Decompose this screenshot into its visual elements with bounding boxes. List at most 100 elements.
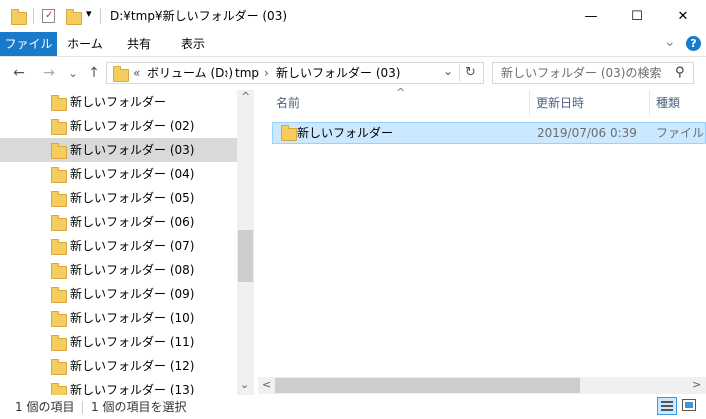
column-divider[interactable] xyxy=(649,90,650,116)
content-hscrollbar[interactable]: < > xyxy=(258,377,706,394)
folder-icon xyxy=(51,287,67,303)
tree-item[interactable]: 新しいフォルダー (04) xyxy=(0,162,237,186)
column-header-name[interactable]: 名前 xyxy=(276,90,528,116)
status-divider xyxy=(82,401,83,414)
tree-item-label: 新しいフォルダー (10) xyxy=(70,311,195,325)
forward-button[interactable]: → xyxy=(40,64,58,82)
folder-icon xyxy=(51,383,67,395)
back-button[interactable]: ← xyxy=(10,64,28,82)
folder-icon xyxy=(51,191,67,207)
large-icons-view-icon xyxy=(685,402,693,408)
help-icon[interactable]: ? xyxy=(686,36,701,51)
nav-scrollbar[interactable]: ^ ⌄ xyxy=(237,90,254,395)
recent-locations-button[interactable]: ⌄ xyxy=(64,64,82,82)
title-divider xyxy=(100,8,101,24)
tree-item[interactable]: 新しいフォルダー xyxy=(0,90,237,114)
tree-item-selected[interactable]: 新しいフォルダー (03) xyxy=(0,138,237,162)
tree-item-label: 新しいフォルダー (12) xyxy=(70,359,195,373)
file-modified: 2019/07/06 0:39 xyxy=(537,126,637,140)
tree-item-label: 新しいフォルダー (05) xyxy=(70,191,195,205)
address-dropdown-icon[interactable]: ⌄ xyxy=(443,64,453,78)
address-row: ← → ⌄ ↑ « ボリューム (D:) › tmp › 新しいフォルダー (0… xyxy=(0,58,706,88)
folder-icon xyxy=(51,167,67,183)
column-divider[interactable] xyxy=(529,90,530,116)
tree-item[interactable]: 新しいフォルダー (09) xyxy=(0,282,237,306)
ribbon-expand-icon[interactable]: ⌄ xyxy=(664,34,676,50)
folder-icon xyxy=(51,359,67,375)
breadcrumb-overflow[interactable]: « xyxy=(133,63,140,83)
details-view-icon xyxy=(661,401,673,403)
folder-icon xyxy=(51,263,67,279)
folder-icon xyxy=(51,143,67,159)
breadcrumb-current[interactable]: 新しいフォルダー (03) xyxy=(276,63,400,83)
breadcrumb-volume[interactable]: ボリューム (D:) xyxy=(147,63,233,83)
tree-item[interactable]: 新しいフォルダー (06) xyxy=(0,210,237,234)
status-bar: 1 個の項目 1 個の項目を選択 xyxy=(0,396,706,419)
hscroll-thumb[interactable] xyxy=(275,378,580,393)
up-arrow-icon: ↑ xyxy=(88,65,100,81)
breadcrumb-separator: › xyxy=(224,66,229,80)
qat-dropdown-icon[interactable]: ▾ xyxy=(86,7,92,20)
scroll-right-icon[interactable]: > xyxy=(692,378,701,391)
breadcrumb-tmp[interactable]: tmp xyxy=(235,63,259,83)
column-header-type[interactable]: 種類 xyxy=(656,90,706,116)
selected-count: 1 個の項目を選択 xyxy=(91,400,187,414)
scroll-left-icon[interactable]: < xyxy=(262,378,271,391)
tab-file[interactable]: ファイル xyxy=(0,32,57,56)
navigation-pane: 新しいフォルダー 新しいフォルダー (02) 新しいフォルダー (03) 新しい… xyxy=(0,90,256,395)
large-icons-view-button[interactable] xyxy=(682,399,696,411)
file-row-selected[interactable]: 新しいフォルダー 2019/07/06 0:39 ファイル フォ xyxy=(272,122,706,144)
new-folder-icon[interactable] xyxy=(66,9,82,25)
address-bar[interactable]: « ボリューム (D:) › tmp › 新しいフォルダー (03) ⌄ ↻ xyxy=(106,62,484,84)
nav-scroll-thumb[interactable] xyxy=(238,230,253,282)
file-type: ファイル フォ xyxy=(656,126,706,140)
app-folder-icon xyxy=(11,9,27,25)
tab-home[interactable]: ホーム xyxy=(62,32,108,56)
breadcrumb-separator: › xyxy=(264,66,269,80)
tab-view[interactable]: 表示 xyxy=(170,32,216,56)
details-view-button[interactable] xyxy=(657,397,677,415)
tree-item[interactable]: 新しいフォルダー (12) xyxy=(0,354,237,378)
details-view-icon-line xyxy=(661,405,673,407)
tree-item-label: 新しいフォルダー (08) xyxy=(70,263,195,277)
scroll-up-icon[interactable]: ^ xyxy=(241,90,250,103)
tree-item-label: 新しいフォルダー (04) xyxy=(70,167,195,181)
up-button[interactable]: ↑ xyxy=(85,64,103,82)
tree-item[interactable]: 新しいフォルダー (13) xyxy=(0,378,237,395)
file-list: ^ 名前 更新日時 種類 新しいフォルダー 2019/07/06 0:39 ファ… xyxy=(258,86,706,395)
tree-item[interactable]: 新しいフォルダー (11) xyxy=(0,330,237,354)
scroll-down-icon[interactable]: ⌄ xyxy=(240,378,249,391)
chevron-down-icon: ⌄ xyxy=(68,66,78,80)
search-placeholder: 新しいフォルダー (03)の検索 xyxy=(501,66,662,80)
qat-divider xyxy=(33,8,34,24)
tree-item[interactable]: 新しいフォルダー (02) xyxy=(0,114,237,138)
tree-item-label: 新しいフォルダー (07) xyxy=(70,239,195,253)
tree-item[interactable]: 新しいフォルダー (05) xyxy=(0,186,237,210)
minimize-button[interactable]: — xyxy=(568,0,614,32)
address-divider xyxy=(459,64,460,82)
tree-item-label: 新しいフォルダー (09) xyxy=(70,287,195,301)
tree-item[interactable]: 新しいフォルダー (10) xyxy=(0,306,237,330)
tree-item-label: 新しいフォルダー (02) xyxy=(70,119,195,133)
tree-item[interactable]: 新しいフォルダー (07) xyxy=(0,234,237,258)
tree-item[interactable]: 新しいフォルダー (08) xyxy=(0,258,237,282)
back-arrow-icon: ← xyxy=(13,65,25,81)
folder-icon xyxy=(281,125,297,141)
properties-icon[interactable]: ✓ xyxy=(42,9,55,23)
search-icon[interactable]: ⚲ xyxy=(675,63,685,83)
column-header-modified[interactable]: 更新日時 xyxy=(536,90,646,116)
refresh-icon[interactable]: ↻ xyxy=(465,63,476,83)
ribbon-tabs: ファイル ホーム 共有 表示 ⌄ ? xyxy=(0,32,706,57)
maximize-icon: ☐ xyxy=(631,8,643,24)
file-name: 新しいフォルダー xyxy=(297,126,394,140)
details-view-icon-line xyxy=(661,409,673,411)
tree-item-label: 新しいフォルダー (13) xyxy=(70,383,195,395)
close-button[interactable]: ✕ xyxy=(660,0,706,32)
maximize-button[interactable]: ☐ xyxy=(614,0,660,32)
folder-icon xyxy=(51,119,67,135)
tree-item-label: 新しいフォルダー (06) xyxy=(70,215,195,229)
folder-icon xyxy=(51,311,67,327)
tab-share[interactable]: 共有 xyxy=(116,32,162,56)
search-box[interactable]: 新しいフォルダー (03)の検索 ⚲ xyxy=(492,62,694,84)
folder-icon xyxy=(51,239,67,255)
